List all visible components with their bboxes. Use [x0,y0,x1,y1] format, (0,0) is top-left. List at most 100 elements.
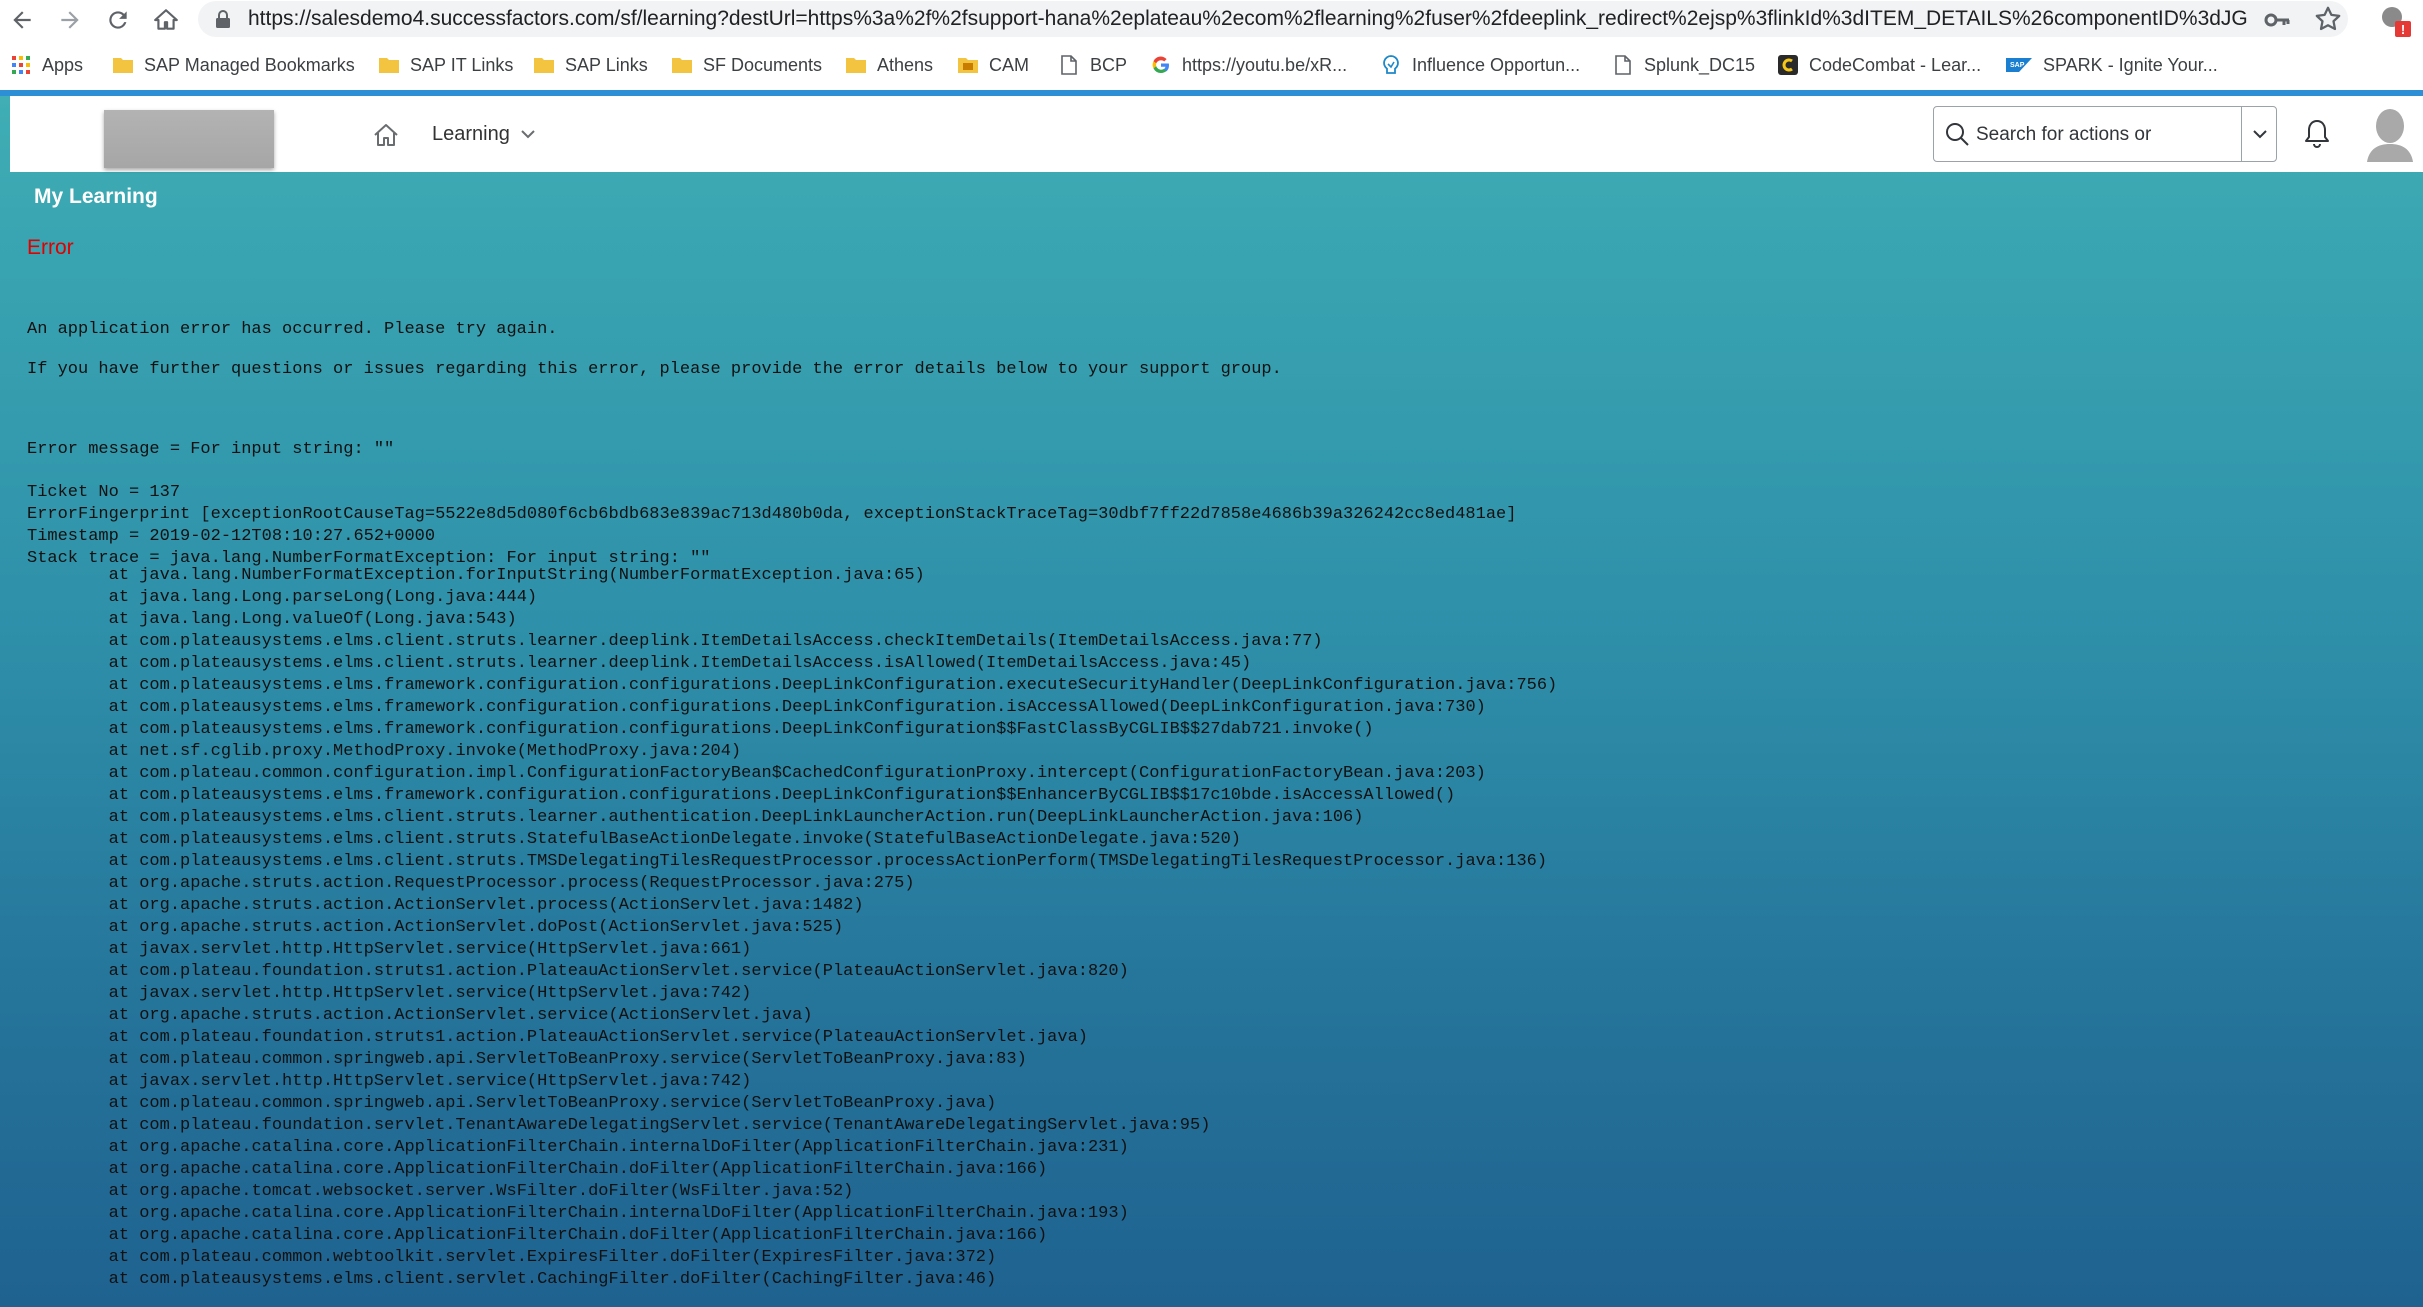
avatar[interactable] [2365,106,2415,162]
extension-button[interactable]: ! [2378,4,2412,38]
stack-frame: at com.plateausystems.elms.framework.con… [27,719,1557,741]
url-text[interactable]: https://salesdemo4.successfactors.com/sf… [248,1,2248,37]
stack-frame: at java.lang.Long.valueOf(Long.java:543) [27,609,1557,631]
stack-frame: at com.plateausystems.elms.framework.con… [27,697,1557,719]
stack-frame-indent [27,632,109,651]
page-icon [1061,55,1077,75]
reload-button[interactable] [100,2,136,38]
bookmark-codecombat[interactable]: CodeCombat - Lear... [1777,40,1981,90]
home-browser-button[interactable] [148,2,184,38]
error-intro: An application error has occurred. Pleas… [27,320,558,339]
bookmark-label: SAP Links [565,54,648,75]
bookmark-splunk[interactable]: Splunk_DC15 [1612,40,1755,90]
stack-frame-text: at com.plateausystems.elms.framework.con… [108,698,1486,717]
bookmark-athens[interactable]: Athens [845,40,933,90]
stack-frame-indent [27,1116,109,1135]
stack-frame-indent [27,1072,109,1091]
error-heading: Error [27,236,74,259]
search-icon [1946,123,1969,146]
folder-icon [846,58,866,73]
stack-frame-text: at com.plateausystems.elms.client.struts… [108,632,1323,651]
browser-toolbar: https://salesdemo4.successfactors.com/sf… [0,0,2423,40]
stack-frame-text: at com.plateausystems.elms.client.servle… [108,1270,997,1289]
error-fingerprint: ErrorFingerprint [exceptionRootCauseTag=… [27,505,1517,524]
forward-arrow-icon [61,11,79,29]
stack-frame-text: at org.apache.tomcat.websocket.server.Ws… [108,1182,854,1201]
stack-frame-indent [27,1160,109,1179]
codecombat-icon [1778,55,1798,75]
bookmark-cam[interactable]: CAM [957,40,1029,90]
stack-frame: at com.plateausystems.elms.client.struts… [27,653,1557,675]
stack-frame-indent [27,984,109,1003]
stack-frame-indent [27,1050,109,1069]
stack-frame: at java.lang.Long.parseLong(Long.java:44… [27,587,1557,609]
chevron-down-icon [2253,130,2267,139]
bookmark-label: Apps [42,54,84,75]
stack-frame: at com.plateausystems.elms.client.struts… [27,807,1557,829]
stack-frame-indent [27,1006,109,1025]
bookmark-spark[interactable]: SAP SPARK - Ignite Your... [2005,40,2218,90]
folder-icon [534,58,554,73]
stack-frame-text: at net.sf.cglib.proxy.MethodProxy.invoke… [108,742,742,761]
stack-frame: at javax.servlet.http.HttpServlet.servic… [27,983,1557,1005]
bookmark-sap-it-links[interactable]: SAP IT Links [378,40,513,90]
stack-frame-indent [27,654,109,673]
stack-frame-text: at org.apache.struts.action.ActionServle… [108,896,864,915]
bookmark-star-icon[interactable] [2313,4,2343,34]
stack-frame: at com.plateausystems.elms.client.struts… [27,829,1557,851]
stack-frame-indent [27,830,109,849]
error-timestamp: Timestamp = 2019-02-12T08:10:27.652+0000 [27,527,436,546]
stack-frame-text: at org.apache.catalina.core.ApplicationF… [108,1204,1129,1223]
bookmark-sap-links[interactable]: SAP Links [533,40,648,90]
stack-frame: at com.plateau.common.webtoolkit.servlet… [27,1247,1557,1269]
bookmark-apps[interactable]: Apps [10,40,83,90]
stack-frame: at org.apache.struts.action.RequestProce… [27,873,1557,895]
learning-nav-menu[interactable]: Learning [432,96,536,172]
stack-frame-text: at javax.servlet.http.HttpServlet.servic… [108,1072,752,1091]
key-icon[interactable] [2263,6,2291,34]
stack-frame-text: at com.plateau.foundation.servlet.Tenant… [108,1116,1211,1135]
stack-frame-text: at org.apache.catalina.core.ApplicationF… [108,1226,1048,1245]
bell-icon[interactable] [2301,117,2333,151]
address-bar[interactable]: https://salesdemo4.successfactors.com/sf… [198,1,2348,37]
stack-frame-text: at com.plateau.foundation.struts1.action… [108,1028,1088,1047]
stack-frame-indent [27,1270,109,1289]
stack-frame-indent [27,918,109,937]
stack-frame-indent [27,676,109,695]
stack-frame-text: at com.plateausystems.elms.client.struts… [108,852,1548,871]
bookmark-youtube-link[interactable]: https://youtu.be/xR... [1150,40,1347,90]
company-logo[interactable] [104,110,274,168]
bookmark-sap-managed[interactable]: SAP Managed Bookmarks [112,40,355,90]
extension-badge: ! [2401,22,2405,37]
bookmark-label: Influence Opportun... [1412,54,1581,75]
stack-frame-indent [27,896,109,915]
stack-frame: at org.apache.catalina.core.ApplicationF… [27,1159,1557,1181]
search-box[interactable] [1933,106,2277,163]
lock-icon [216,10,230,28]
stack-frame-indent [27,764,109,783]
stack-frame-text: at java.lang.NumberFormatException.forIn… [108,566,925,585]
back-button[interactable] [4,2,40,38]
forward-button[interactable] [52,2,88,38]
home-icon[interactable] [371,120,401,150]
stack-frame-text: at com.plateausystems.elms.client.struts… [108,654,1252,673]
stack-frame-indent [27,742,109,761]
stack-frame: at net.sf.cglib.proxy.MethodProxy.invoke… [27,741,1557,763]
stack-frame-text: at com.plateau.common.webtoolkit.servlet… [108,1248,997,1267]
bookmark-influence[interactable]: Influence Opportun... [1380,40,1580,90]
error-message: Error message = For input string: "" [27,440,395,459]
stack-frame-indent [27,962,109,981]
stack-frame-indent [27,1182,109,1201]
stack-frame: at org.apache.catalina.core.ApplicationF… [27,1203,1557,1225]
stack-frame-indent [27,720,109,739]
influence-icon [1383,55,1399,74]
stack-frame-indent [27,786,109,805]
bookmark-bcp[interactable]: BCP [1058,40,1127,90]
bookmark-label: CodeCombat - Lear... [1809,54,1982,75]
reload-icon [109,11,127,29]
bookmark-sf-documents[interactable]: SF Documents [671,40,822,90]
search-options-button[interactable] [2242,106,2278,162]
search-input[interactable] [1974,107,2158,163]
ticket-number: Ticket No = 137 [27,483,181,502]
stack-frame-text: at com.plateau.common.springweb.api.Serv… [108,1094,997,1113]
